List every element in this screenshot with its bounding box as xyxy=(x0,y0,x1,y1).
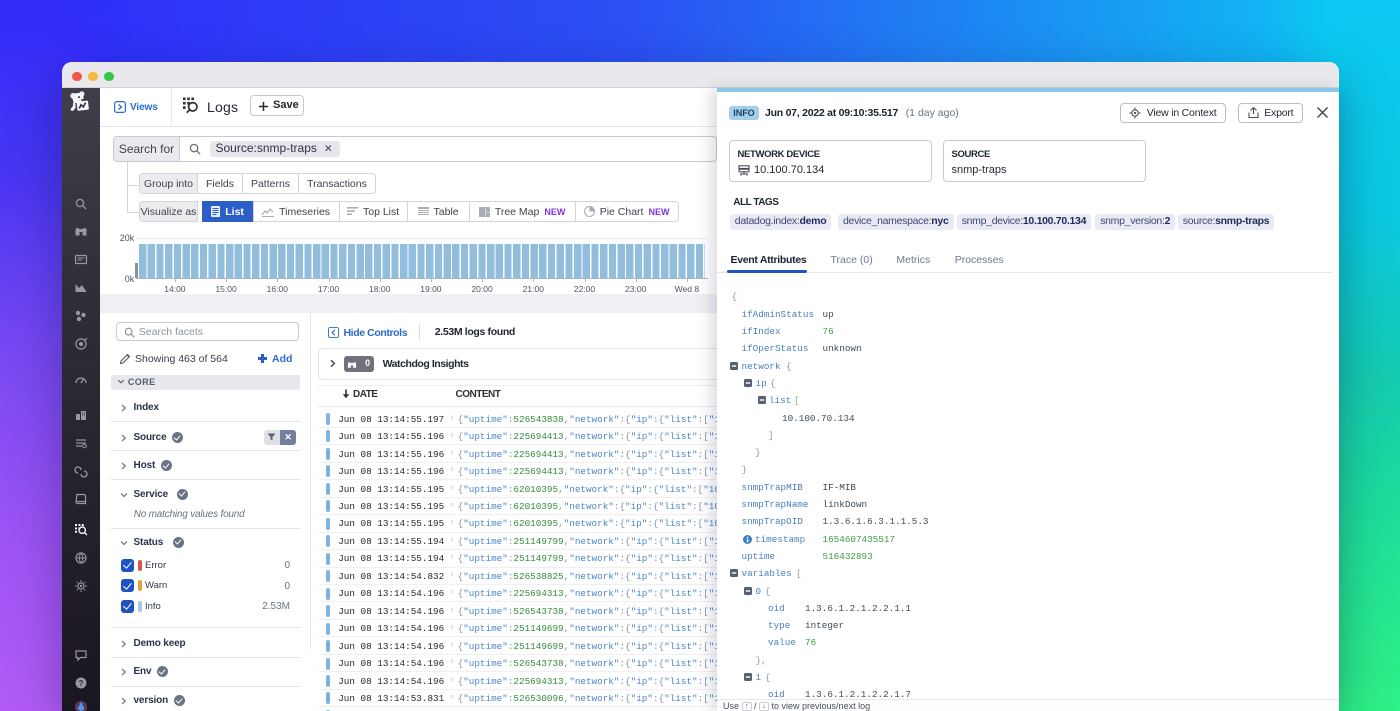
svg-text:?: ? xyxy=(79,679,84,688)
